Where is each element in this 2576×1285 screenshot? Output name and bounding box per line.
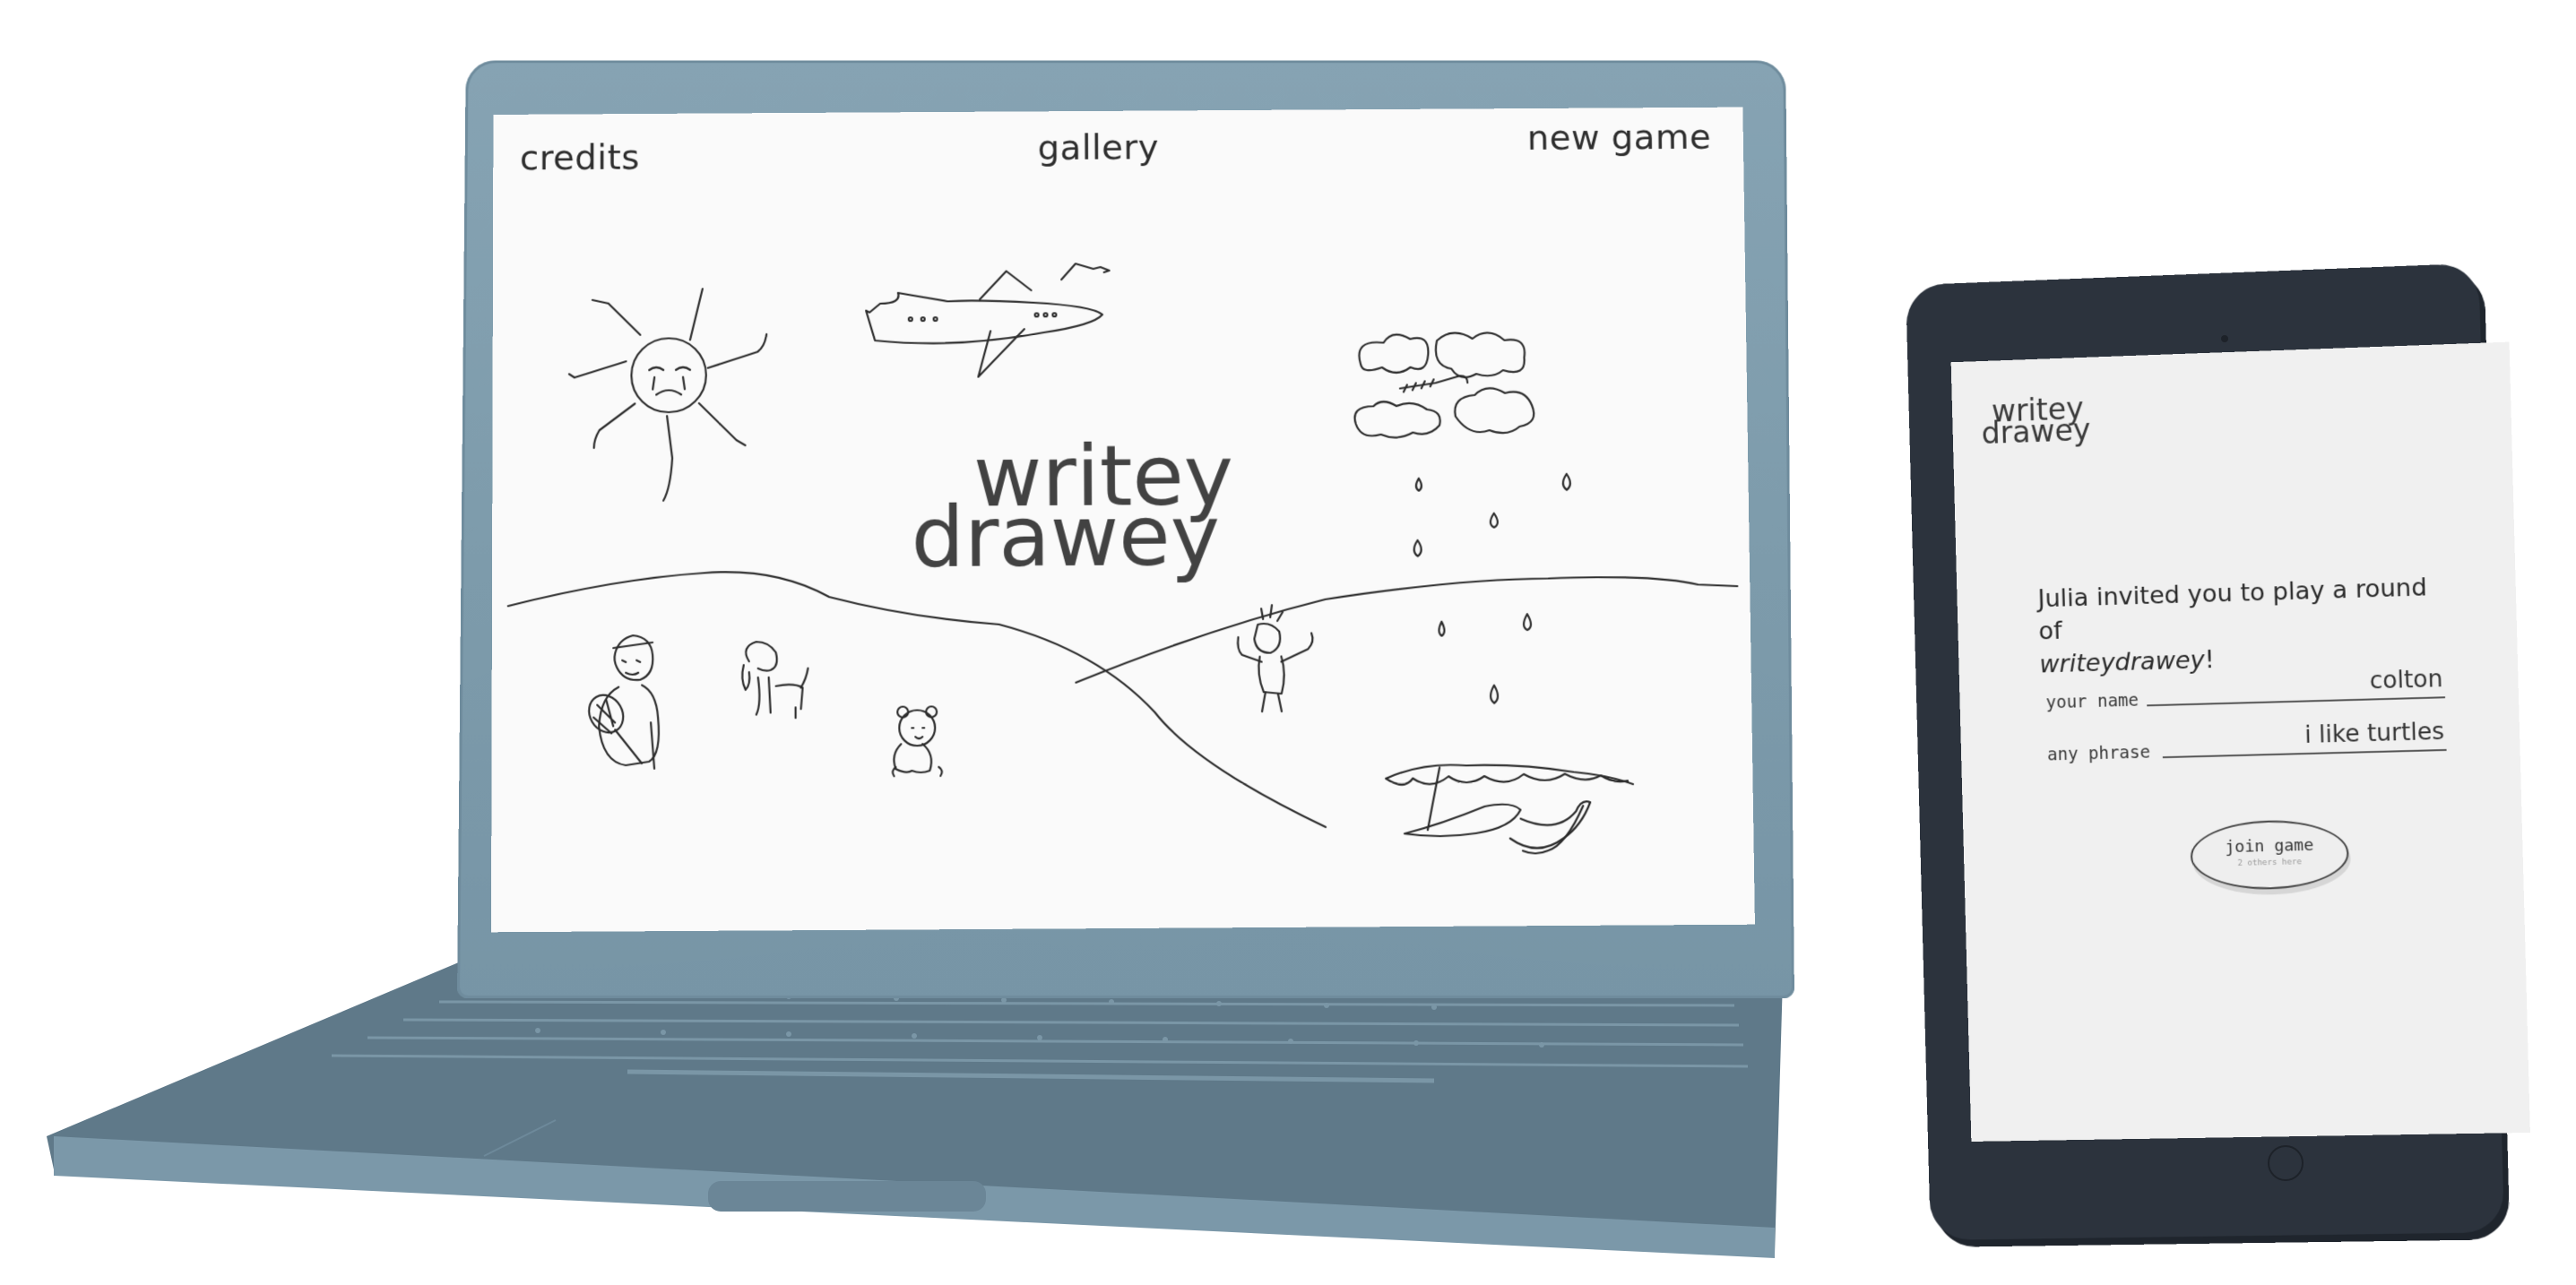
tennis-player-doodle (583, 635, 659, 769)
tablet-screen: writey drawey Julia invited you to play … (1950, 341, 2530, 1142)
hero-logo: writey drawey (911, 428, 1304, 614)
front-notch (708, 1181, 986, 1212)
gallery-link[interactable]: gallery (1038, 128, 1160, 168)
join-game-label: join game (2225, 835, 2314, 858)
phrase-underline (2162, 748, 2447, 759)
invite-text: Julia invited you to play a round of (2037, 574, 2428, 646)
name-label: your name (2045, 690, 2139, 713)
phrase-label: any phrase (2046, 742, 2151, 765)
raindrops-doodle (1413, 474, 1573, 703)
name-input-value[interactable]: colton (2369, 666, 2442, 695)
logo-line-drawey: drawey (911, 488, 1221, 587)
airplane-doodle (866, 263, 1110, 377)
clouds-doodle (1354, 332, 1534, 437)
invite-message: Julia invited you to play a round of wri… (2037, 571, 2457, 682)
tablet-camera (2221, 335, 2228, 342)
phrase-input-value[interactable]: i like turtles (2304, 719, 2444, 749)
beach-scene-doodle (1386, 763, 1634, 854)
laptop-screen: credits gallery new game writey drawey (490, 107, 1755, 933)
join-game-button[interactable]: join game 2 others here (2190, 818, 2350, 892)
invite-suffix: ! (2204, 645, 2216, 675)
crying-sun-doodle (569, 289, 767, 501)
phrase-field[interactable]: any phrase i like turtles (2046, 719, 2447, 769)
join-game-subtext: 2 others here (2237, 858, 2303, 868)
name-underline (2147, 696, 2446, 707)
teddy-bear-doodle (893, 706, 942, 776)
credits-link[interactable]: credits (520, 138, 640, 178)
dog-doodle (742, 642, 808, 719)
tablet-home-button[interactable] (2268, 1145, 2304, 1181)
new-game-link[interactable]: new game (1527, 118, 1712, 159)
tablet-logo-drawey: drawey (1981, 411, 2091, 452)
